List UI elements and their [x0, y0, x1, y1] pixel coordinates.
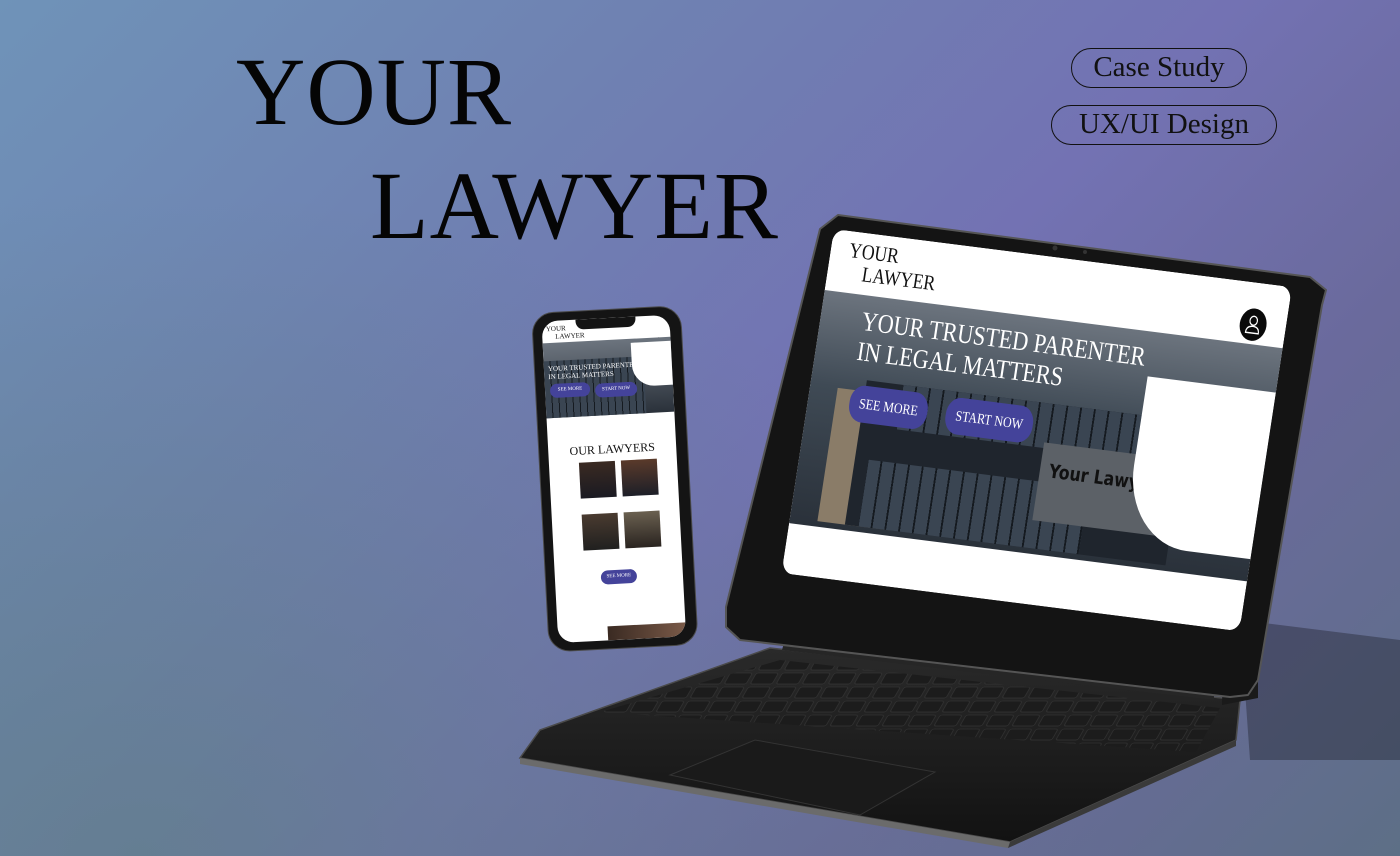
phone-section-title: OUR LAWYERS	[569, 439, 656, 459]
lawyer-photo-4[interactable]	[623, 510, 662, 549]
lawyer-photo-1[interactable]	[578, 460, 617, 499]
tablet-screen: YOUR LAWYER Your Lawyar YOUR TRUSTED PAR…	[781, 229, 1292, 631]
tablet-device: YOUR LAWYER Your Lawyar YOUR TRUSTED PAR…	[722, 213, 1332, 703]
phone-screen: YOUR LAWYER YOUR TRUSTED PARENTER IN LEG…	[541, 314, 687, 644]
phone-device: YOUR LAWYER YOUR TRUSTED PARENTER IN LEG…	[531, 305, 699, 653]
lawyer-photo-2[interactable]	[620, 458, 659, 497]
phone-notch	[575, 316, 636, 330]
user-icon-glyph	[1237, 307, 1268, 343]
phone-start-now-button[interactable]: START NOW	[594, 381, 638, 398]
lawyer-photo-3[interactable]	[581, 512, 620, 551]
phone-logo: YOUR LAWYER	[546, 323, 585, 341]
phone-see-more-button[interactable]: SEE MORE	[549, 382, 591, 399]
phone-lawyers-see-more-button[interactable]: SEE MORE	[600, 568, 638, 585]
user-icon[interactable]	[1237, 307, 1268, 343]
